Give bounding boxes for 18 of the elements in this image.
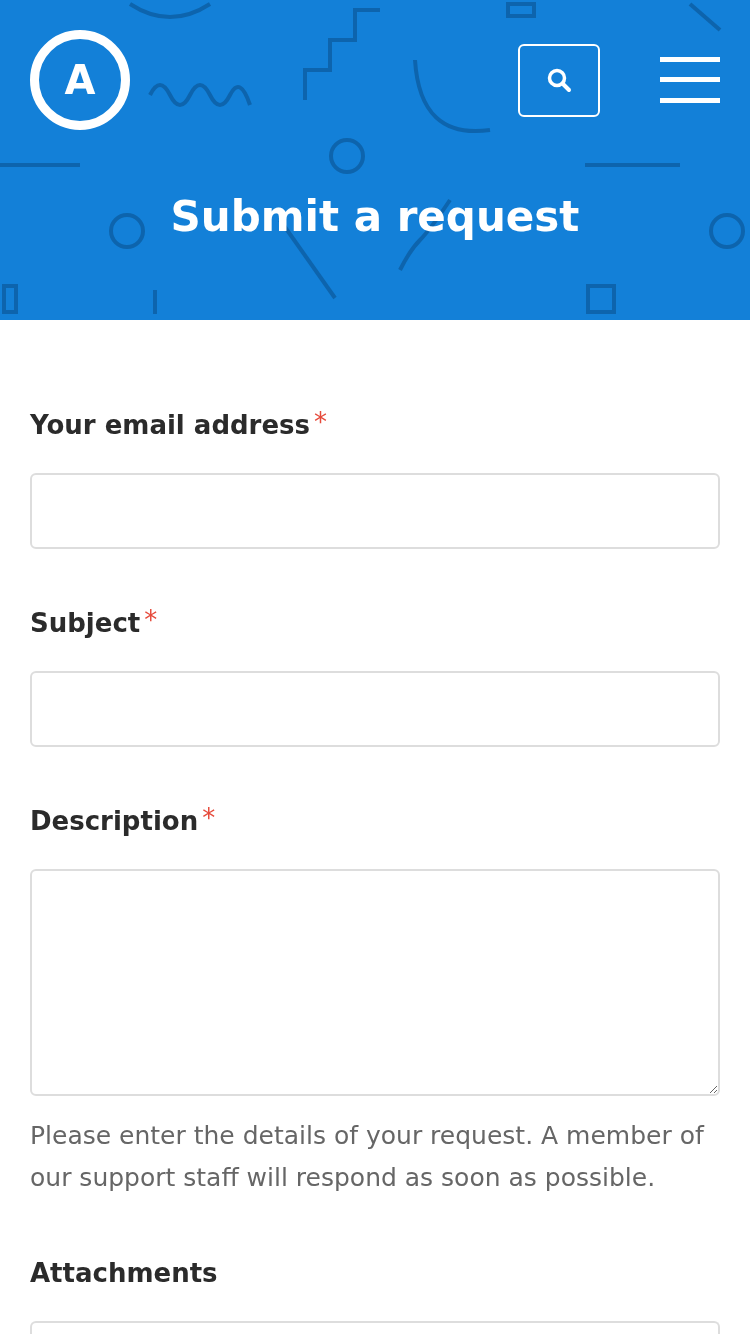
page-title: Submit a request bbox=[169, 191, 581, 243]
description-field[interactable] bbox=[30, 869, 720, 1096]
required-mark: * bbox=[202, 802, 216, 835]
field-label: Subject bbox=[30, 607, 141, 640]
field-hint: Please enter the details of your request. A member of our support staff will respond as soon as possible. bbox=[30, 1120, 706, 1194]
search-icon bbox=[546, 67, 572, 93]
field-label: Description bbox=[30, 805, 199, 838]
menu-icon bbox=[660, 57, 720, 103]
input-field[interactable] bbox=[30, 671, 720, 747]
menu-button[interactable] bbox=[660, 57, 720, 103]
required-mark: * bbox=[314, 406, 327, 439]
field-label: Attachments bbox=[30, 1257, 218, 1290]
input-field[interactable] bbox=[30, 473, 720, 549]
required-mark: * bbox=[144, 604, 158, 637]
attachment-dropzone[interactable] bbox=[30, 1321, 720, 1334]
search-button[interactable] bbox=[518, 43, 600, 117]
logo[interactable]: A bbox=[30, 30, 130, 130]
field-label: Your email address bbox=[30, 409, 310, 442]
